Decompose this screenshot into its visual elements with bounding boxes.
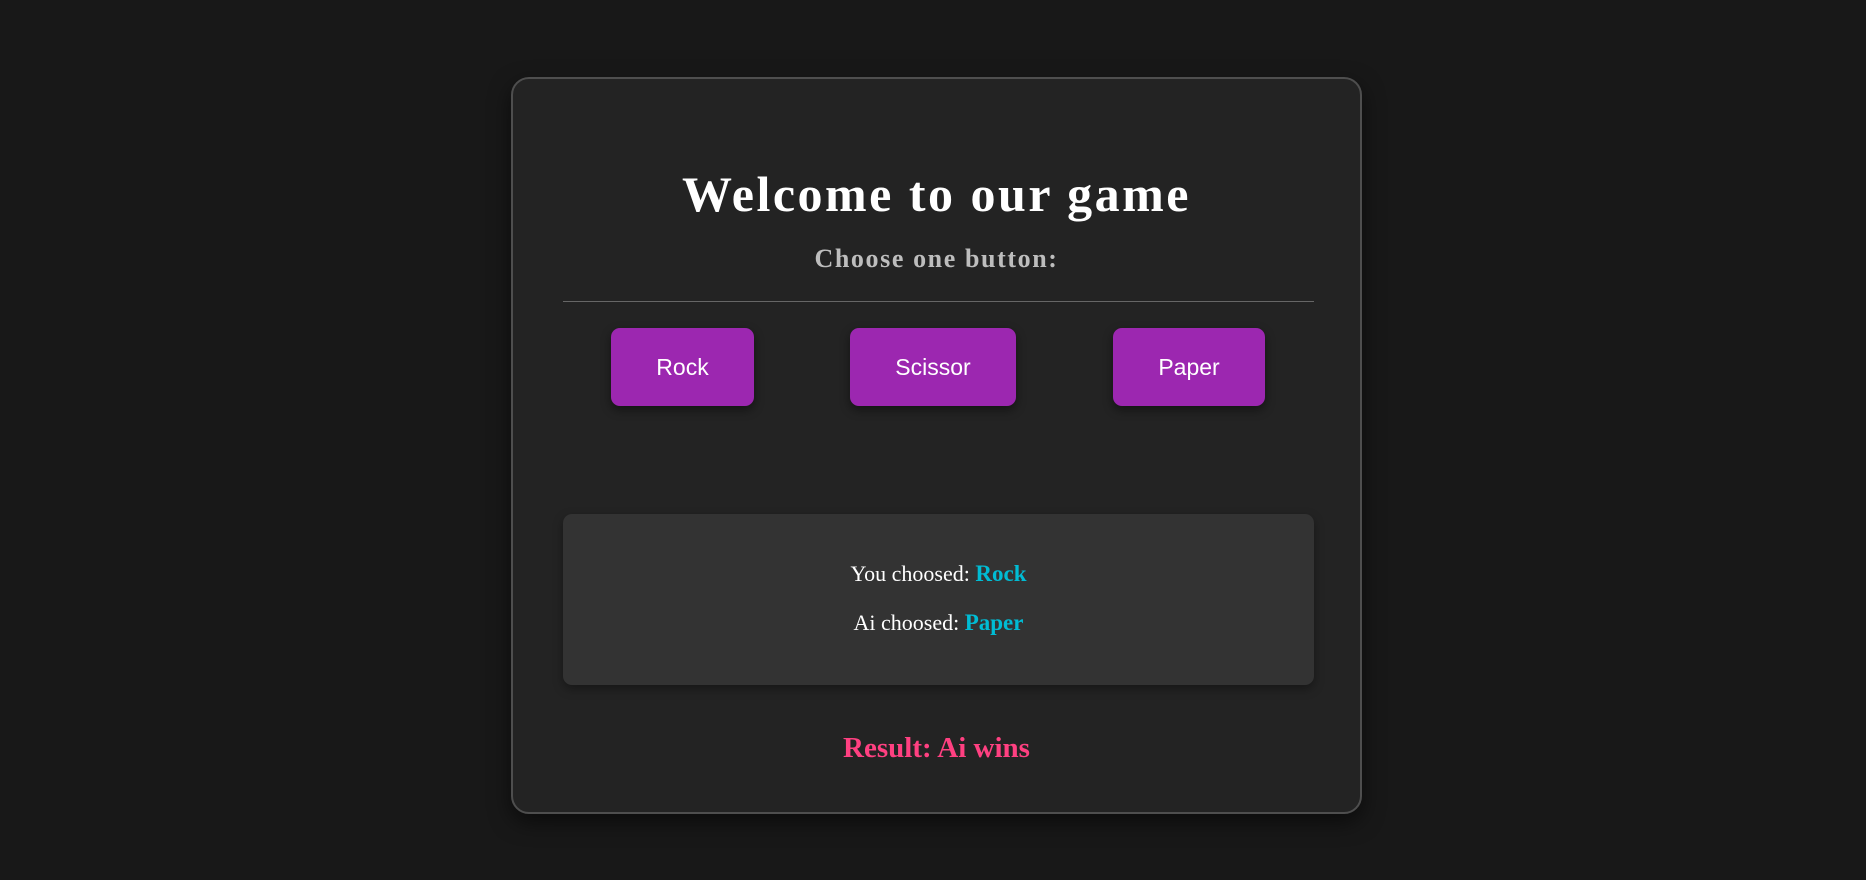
page-title: Welcome to our game xyxy=(682,166,1191,222)
user-choice-value: Rock xyxy=(975,561,1027,586)
result-text: Result: Ai wins xyxy=(843,732,1030,764)
divider xyxy=(563,301,1314,302)
game-card: Welcome to our game Choose one button: R… xyxy=(511,77,1362,814)
ai-choice-value: Paper xyxy=(964,610,1024,635)
user-choice-label: You choosed: xyxy=(850,561,970,586)
user-choice-line: You choosed: Rock xyxy=(563,560,1314,588)
ai-choice-label: Ai choosed: xyxy=(853,610,960,635)
scissor-button[interactable]: Scissor xyxy=(850,328,1016,406)
ai-choice-line: Ai choosed: Paper xyxy=(563,609,1314,637)
choices-panel: You choosed: Rock Ai choosed: Paper xyxy=(563,514,1314,685)
page-subtitle: Choose one button: xyxy=(814,244,1059,273)
paper-button[interactable]: Paper xyxy=(1113,328,1265,406)
rock-button[interactable]: Rock xyxy=(611,328,754,406)
